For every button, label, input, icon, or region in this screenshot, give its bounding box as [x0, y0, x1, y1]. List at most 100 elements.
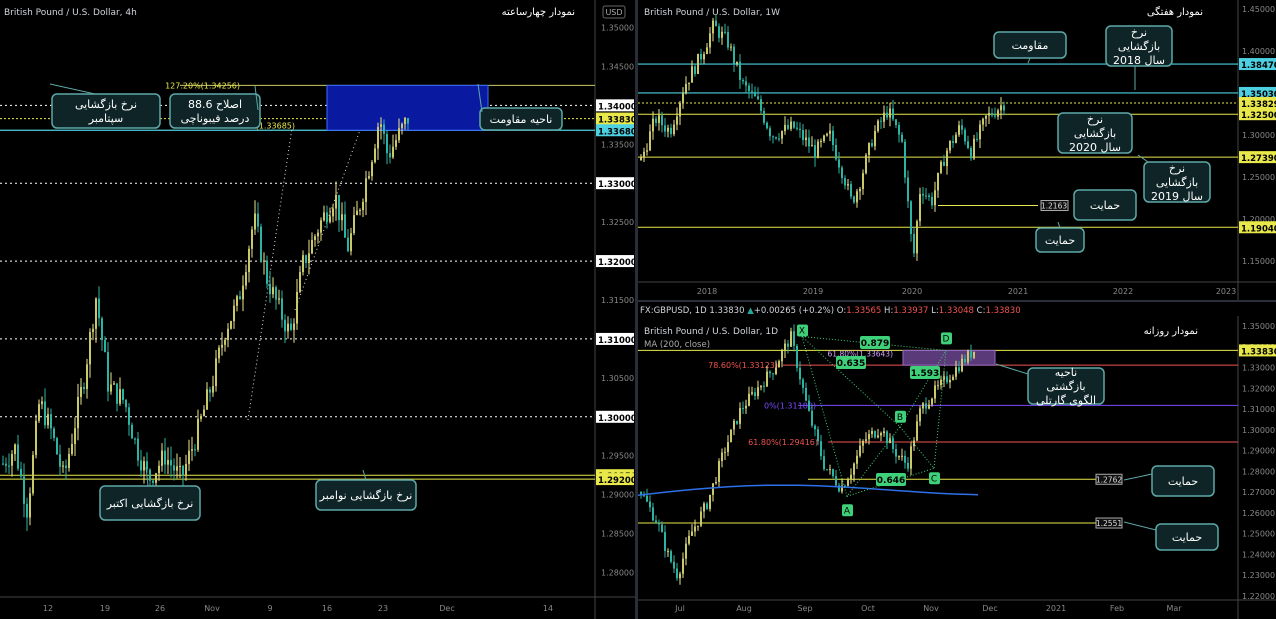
candle-weekly-candle	[676, 116, 678, 125]
candle-daily-candle	[649, 501, 651, 508]
y-tick-label: 1.33500	[601, 140, 634, 149]
candle-daily-candle	[766, 371, 768, 387]
candle-weekly-candle	[994, 115, 996, 117]
candle-weekly-candle	[982, 118, 984, 125]
candle-weekly-candle	[733, 46, 735, 64]
chart-4h-panel[interactable]: 1.35000 1.34500 1.34000 1.33500 1.33000 1.325…	[0, 0, 635, 619]
candle-daily-candle	[688, 535, 690, 544]
chart-daily-svg: FX:GBPUSD, 1D 1.33830 ▲+0.00265 (+0.2%) …	[638, 306, 1276, 619]
ohlc-part: +0.00265 (+0.2%)	[754, 306, 837, 316]
candle-4h-candle	[11, 454, 13, 466]
candle-weekly-candle	[652, 118, 654, 132]
x-tick-label: 2018	[697, 287, 717, 296]
candle-weekly-candle	[772, 136, 774, 138]
candle-daily-candle	[826, 469, 828, 471]
candle-weekly-candle	[664, 125, 666, 132]
candle-4h-candle	[347, 237, 349, 252]
candle-4h-candle	[101, 318, 103, 340]
x-tick-label: 9	[267, 604, 272, 613]
candle-4h-candle	[380, 124, 382, 127]
candle-4h-candle	[338, 194, 340, 221]
x-tick-label: Nov	[204, 604, 220, 613]
callout-fib-text: درصد فیبوناچی	[181, 112, 250, 125]
candle-weekly-candle	[1000, 105, 1002, 111]
candle-weekly-candle	[790, 121, 792, 129]
candle-4h-candle	[167, 460, 169, 465]
candle-weekly-candle	[967, 141, 969, 148]
candle-daily-candle	[961, 358, 963, 372]
candle-weekly-candle	[721, 31, 723, 38]
candle-daily-candle	[901, 455, 903, 457]
candle-4h-candle	[152, 480, 154, 483]
candle-4h-candle	[365, 178, 367, 202]
candle-daily-candle	[865, 439, 867, 441]
candle-weekly-candle	[781, 131, 783, 139]
candle-weekly-candle	[679, 103, 681, 117]
candle-daily-candle	[964, 358, 966, 363]
candle-4h-candle	[191, 449, 193, 451]
candle-daily-candle	[790, 331, 792, 347]
candle-4h-candle	[326, 212, 328, 223]
candle-weekly-candle	[937, 172, 939, 191]
x-tick-label: 2023	[1216, 287, 1236, 296]
callout-gartley-text: ناحیه	[1055, 366, 1077, 379]
candle-weekly-candle	[901, 134, 903, 142]
candle-weekly-candle	[700, 53, 702, 60]
candle-weekly-candle	[871, 143, 873, 147]
candle-4h-candle	[284, 319, 286, 332]
callout-support2-text: حمایت	[1172, 531, 1202, 544]
y-tick-label: 1.34500	[601, 62, 634, 71]
candle-4h-candle	[368, 176, 370, 179]
candle-4h-candle	[302, 255, 304, 273]
candle-4h-candle	[32, 455, 34, 494]
candle-daily-candle	[850, 474, 852, 480]
chart-daily-panel[interactable]: FX:GBPUSD, 1D 1.33830 ▲+0.00265 (+0.2%) …	[638, 302, 1276, 619]
callout-pointer	[49, 83, 96, 95]
candle-daily-candle	[937, 385, 939, 387]
y-tick-label: 1.29000	[601, 491, 634, 500]
candle-4h-candle	[269, 283, 271, 295]
candle-daily-candle	[802, 379, 804, 388]
candle-daily-candle	[910, 446, 912, 469]
y-tick-label: 1.29500	[601, 452, 634, 461]
candle-4h-candle	[86, 364, 88, 389]
callout-resistance-zone-text: ناحیه مقاومت	[490, 113, 553, 126]
callout-oct-open-text: نرخ بازگشایی اکتبر	[106, 497, 194, 510]
candle-4h-candle	[80, 387, 82, 397]
callout-pointer	[1123, 473, 1153, 481]
candle-daily-candle	[682, 558, 684, 574]
candle-4h-candle	[41, 401, 43, 405]
candle-daily-candle	[679, 573, 681, 579]
small-tag: 1.2762	[1096, 475, 1122, 484]
candle-daily-candle	[949, 379, 951, 383]
candle-daily-candle	[673, 561, 675, 569]
candle-weekly-candle	[829, 130, 831, 134]
candle-4h-candle	[218, 347, 220, 359]
candle-4h-candle	[245, 272, 247, 286]
candle-4h-candle	[50, 414, 52, 429]
candle-weekly-candle	[823, 135, 825, 142]
candle-4h-candle	[314, 236, 316, 240]
candle-4h-candle	[56, 438, 58, 455]
candle-daily-candle	[958, 367, 960, 372]
candle-4h-candle	[164, 450, 166, 465]
ohlc-part: 1.33565	[846, 306, 884, 316]
candle-weekly-candle	[913, 234, 915, 254]
callout-fib-text: اصلاح 88.6	[188, 98, 242, 111]
candle-4h-candle	[197, 418, 199, 450]
callout-open2020-text: سال 2020	[1069, 141, 1121, 154]
candle-4h-candle	[215, 358, 217, 387]
callout-open2018-text: بازگشایی	[1118, 40, 1160, 53]
candle-daily-candle	[817, 429, 819, 442]
candle-4h-candle	[335, 194, 337, 209]
ma-line	[638, 484, 979, 496]
candle-daily-candle	[760, 385, 762, 388]
candle-4h-candle	[287, 323, 289, 332]
candle-daily-candle	[853, 463, 855, 475]
chart-weekly-panel[interactable]: 1.450001.400001.350001.300001.250001.200…	[638, 0, 1276, 300]
candle-weekly-candle	[841, 167, 843, 179]
candle-daily-candle	[847, 479, 849, 486]
y-tick-label: 1.31000	[1242, 405, 1275, 414]
candle-weekly-candle	[667, 127, 669, 132]
candle-weekly-candle	[952, 141, 954, 143]
